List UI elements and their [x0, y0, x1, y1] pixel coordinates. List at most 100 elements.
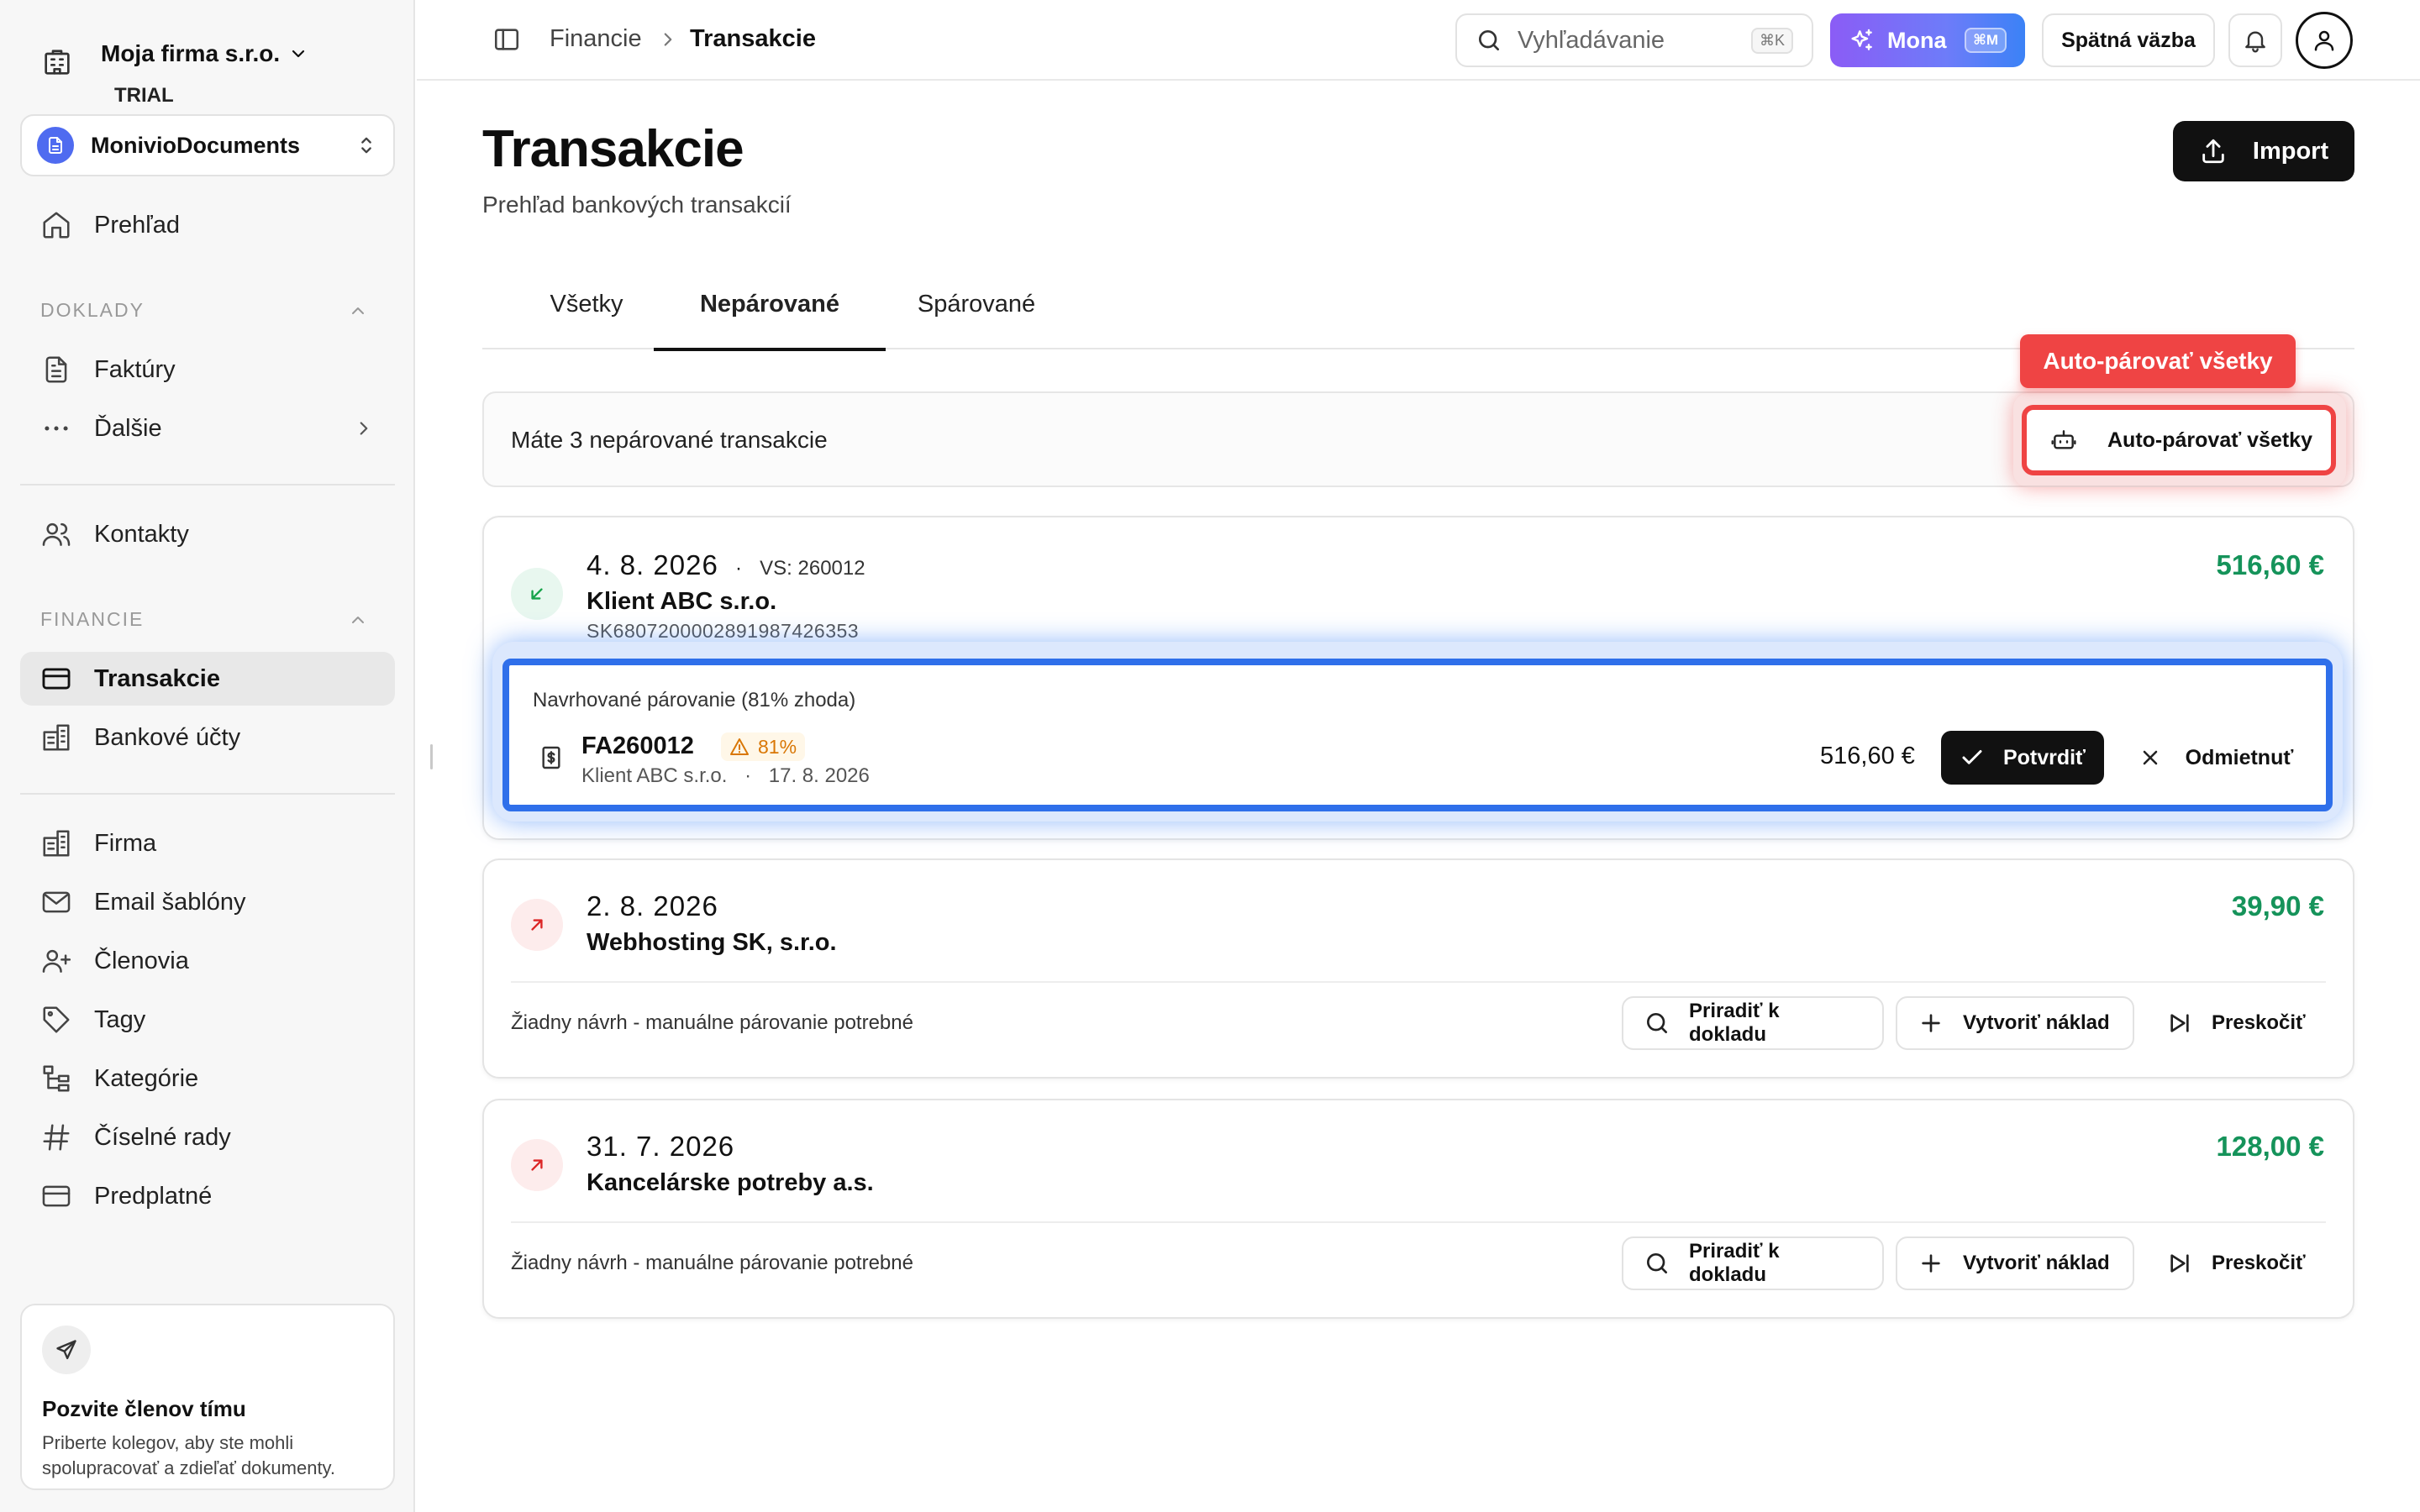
confirm-match-button[interactable]: Potvrdiť: [1941, 731, 2104, 785]
create-expense-button[interactable]: Vytvoriť náklad: [1896, 996, 2134, 1050]
assign-to-document-button[interactable]: Priradiť k dokladu: [1622, 996, 1884, 1050]
arrow-up-right-icon: [511, 1139, 563, 1191]
auto-pair-all-button[interactable]: Auto-párovať všetky: [2022, 405, 2336, 475]
sidebar-item-more[interactable]: Ďalšie: [20, 402, 395, 455]
counterparty-name: Klient ABC s.r.o.: [587, 588, 777, 615]
section-documents[interactable]: DOKLADY: [40, 299, 376, 322]
skip-label: Preskočiť: [2212, 1011, 2306, 1034]
search-input[interactable]: Vyhľadávanie ⌘K: [1455, 13, 1813, 67]
sidebar-item-label: Transakcie: [94, 664, 220, 692]
suggestion-title: Navrhované párovanie (81% zhoda): [533, 689, 856, 711]
sidebar-item-label: Bankové účty: [94, 723, 241, 751]
section-label: FINANCIE: [40, 608, 145, 630]
assign-to-document-button[interactable]: Priradiť k dokladu: [1622, 1236, 1884, 1290]
tab-all[interactable]: Všetky: [529, 291, 644, 349]
sidebar-divider: [20, 484, 395, 486]
no-suggestion-note: Žiadny návrh - manuálne párovanie potreb…: [511, 1252, 913, 1274]
separator-dot: ·: [734, 557, 743, 580]
search-icon: [1476, 27, 1502, 54]
reject-match-button[interactable]: Odmietnuť: [2128, 731, 2304, 785]
credit-card-icon: [40, 663, 72, 695]
invoice-icon: [538, 744, 565, 771]
sidebar-item-label: Prehľad: [94, 211, 180, 239]
sidebar-item-bank-accounts[interactable]: Bankové účty: [20, 711, 395, 764]
sidebar-item-tags[interactable]: Tagy: [20, 993, 395, 1047]
tab-unmatched[interactable]: Nepárované: [654, 291, 886, 351]
user-icon: [2312, 28, 2337, 53]
transaction-card[interactable]: 31. 7. 2026 Kancelárske potreby a.s. 128…: [482, 1099, 2354, 1319]
import-button[interactable]: Import: [2173, 121, 2354, 181]
skip-button[interactable]: Preskočiť: [2144, 996, 2312, 1050]
mona-shortcut: ⌘M: [1965, 28, 2007, 53]
invoice-amount: 516,60 €: [1820, 743, 1915, 769]
transaction-amount: 39,90 €: [2231, 890, 2324, 921]
tab-matched[interactable]: Spárované: [899, 291, 1054, 349]
org-switcher[interactable]: Moja firma s.r.o. TRIAL: [20, 17, 398, 107]
sidebar-resize-handle[interactable]: [430, 744, 433, 769]
sidebar: Moja firma s.r.o. TRIAL MonivioDocuments…: [0, 0, 415, 1512]
invoice-client: Klient ABC s.r.o.: [581, 764, 728, 787]
transaction-card[interactable]: 2. 8. 2026 Webhosting SK, s.r.o. 39,90 €…: [482, 858, 2354, 1079]
file-text-icon: [40, 354, 72, 386]
create-expense-button[interactable]: Vytvoriť náklad: [1896, 1236, 2134, 1290]
sidebar-item-label: Firma: [94, 829, 157, 857]
date-text: 4. 8. 2026: [587, 549, 718, 580]
match-score-text: 81%: [758, 735, 797, 758]
sidebar-item-categories[interactable]: Kategórie: [20, 1052, 395, 1105]
suggested-match-panel: Navrhované párovanie (81% zhoda) FA26001…: [502, 659, 2333, 811]
counterparty-name: Webhosting SK, s.r.o.: [587, 929, 837, 956]
search-placeholder: Vyhľadávanie: [1518, 26, 1665, 54]
hierarchy-icon: [40, 1063, 72, 1095]
reject-label: Odmietnuť: [2185, 745, 2294, 769]
create-expense-label: Vytvoriť náklad: [1963, 1252, 2110, 1274]
chevron-up-icon: [348, 301, 368, 321]
sidebar-toggle-icon[interactable]: [492, 25, 521, 54]
invoice-date: 17. 8. 2026: [768, 764, 870, 787]
users-icon: [40, 518, 72, 550]
credit-card-icon: [40, 1180, 72, 1212]
section-label: DOKLADY: [40, 299, 145, 321]
invoice-number[interactable]: FA260012: [581, 732, 694, 760]
invoice-meta: Klient ABC s.r.o. · 17. 8. 2026: [581, 764, 870, 788]
sidebar-item-label: Tagy: [94, 1005, 146, 1033]
plan-badge: TRIAL: [114, 84, 174, 107]
sidebar-item-email-templates[interactable]: Email šablóny: [20, 875, 395, 929]
arrow-up-right-icon: [511, 899, 563, 951]
workspace-switcher[interactable]: MonivioDocuments: [20, 114, 395, 176]
mona-assistant-button[interactable]: Mona ⌘M: [1830, 13, 2025, 67]
hash-icon: [40, 1121, 72, 1153]
invite-card[interactable]: Pozvite členov tímu Priberte kolegov, ab…: [20, 1304, 395, 1490]
sidebar-item-contacts[interactable]: Kontakty: [20, 507, 395, 561]
avatar[interactable]: [2296, 12, 2353, 69]
chevron-down-icon: [288, 44, 308, 64]
sidebar-item-members[interactable]: Členovia: [20, 934, 395, 988]
chevron-right-icon: [657, 29, 679, 50]
breadcrumb-current: Transakcie: [690, 25, 816, 52]
upload-icon: [2199, 137, 2228, 165]
sidebar-item-overview[interactable]: Prehľad: [20, 198, 395, 252]
sidebar-item-label: Faktúry: [94, 355, 176, 383]
org-name[interactable]: Moja firma s.r.o.: [101, 40, 308, 67]
sidebar-item-number-series[interactable]: Číselné rady: [20, 1110, 395, 1164]
plus-icon: [1918, 1010, 1944, 1037]
sidebar-item-transactions[interactable]: Transakcie: [20, 652, 395, 706]
auto-pair-label: Auto-párovať všetky: [2107, 428, 2312, 452]
create-expense-label: Vytvoriť náklad: [1963, 1011, 2110, 1034]
breadcrumb-parent[interactable]: Financie: [550, 25, 642, 53]
transaction-amount: 516,60 €: [2216, 549, 2324, 580]
transaction-date: 31. 7. 2026: [587, 1131, 735, 1162]
sidebar-item-invoices[interactable]: Faktúry: [20, 343, 395, 396]
sidebar-item-subscription[interactable]: Predplatné: [20, 1169, 395, 1223]
unmatched-count-text: Máte 3 nepárované transakcie: [511, 427, 828, 453]
section-finance[interactable]: FINANCIE: [40, 608, 376, 631]
sidebar-item-company[interactable]: Firma: [20, 816, 395, 870]
building-icon: [40, 45, 74, 79]
building-icon: [40, 827, 72, 859]
transaction-date: 4. 8. 2026 · VS: 260012: [587, 549, 865, 581]
skip-button[interactable]: Preskočiť: [2144, 1236, 2312, 1290]
no-suggestion-note: Žiadny návrh - manuálne párovanie potreb…: [511, 1011, 913, 1034]
notifications-button[interactable]: [2228, 13, 2282, 67]
assign-label: Priradiť k dokladu: [1689, 1000, 1780, 1046]
feedback-button[interactable]: Spätná väzba: [2042, 13, 2215, 67]
workspace-name: MonivioDocuments: [91, 132, 301, 158]
